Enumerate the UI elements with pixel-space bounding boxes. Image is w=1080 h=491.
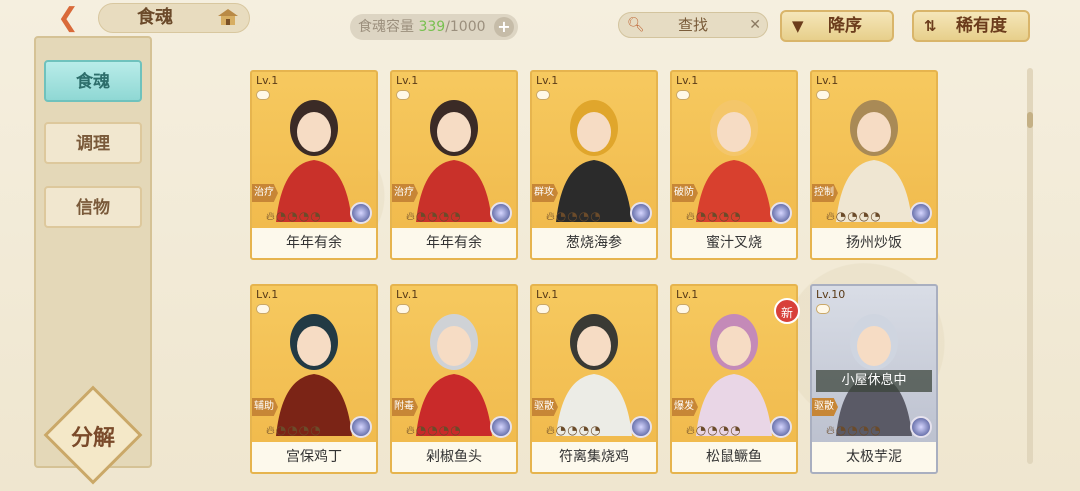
- house-icon[interactable]: [216, 8, 240, 26]
- food-soul-card[interactable]: Lv.1 驱散 🔥︎◔◔◔◔ 符离集烧鸡: [530, 284, 658, 474]
- tab-label: 信物: [76, 198, 110, 218]
- food-soul-card[interactable]: Lv.1 控制 🔥︎◔◔◔◔ 扬州炒饭: [810, 70, 938, 260]
- capacity-expand-button[interactable]: +: [494, 17, 514, 37]
- element-orb-icon: [350, 202, 372, 224]
- card-name: 年年有余: [392, 228, 516, 258]
- search-label: 查找: [677, 16, 708, 34]
- preview-eye-icon[interactable]: [816, 90, 830, 100]
- sort-field-button[interactable]: ⇅ 稀有度: [912, 10, 1030, 42]
- sort-order-button[interactable]: ▼ 降序: [780, 10, 894, 42]
- card-name: 松鼠鳜鱼: [672, 442, 796, 472]
- preview-eye-icon[interactable]: [536, 90, 550, 100]
- role-tag: 群攻: [532, 184, 558, 202]
- card-level: Lv.1: [676, 288, 699, 301]
- card-level: Lv.1: [676, 74, 699, 87]
- role-tag: 控制: [812, 184, 838, 202]
- capacity-indicator: 食魂容量 339/1000 +: [350, 14, 518, 40]
- preview-eye-icon[interactable]: [256, 90, 270, 100]
- card-name: 葱烧海参: [532, 228, 656, 258]
- food-soul-card[interactable]: Lv.1 附毒 🔥︎◔◔◔◔ 剁椒鱼头: [390, 284, 518, 474]
- card-name: 符离集烧鸡: [532, 442, 656, 472]
- role-tag: 驱散: [812, 398, 838, 416]
- swap-icon: ⇅: [924, 17, 937, 35]
- element-orb-icon: [910, 202, 932, 224]
- card-level: Lv.1: [256, 288, 279, 301]
- card-level: Lv.1: [396, 74, 419, 87]
- card-name: 宫保鸡丁: [252, 442, 376, 472]
- card-level: Lv.10: [816, 288, 846, 301]
- preview-eye-icon[interactable]: [676, 90, 690, 100]
- sort-field-label: 稀有度: [956, 16, 1007, 36]
- card-level: Lv.1: [536, 288, 559, 301]
- preview-eye-icon[interactable]: [396, 90, 410, 100]
- element-orb-icon: [770, 416, 792, 438]
- sidebar: 食魂 调理 信物 分解: [34, 36, 152, 485]
- search-field[interactable]: 🔍︎ 查找 ✕: [618, 12, 768, 38]
- card-name: 扬州炒饭: [812, 228, 936, 258]
- new-badge: 新: [774, 298, 800, 324]
- star-flames-icon: 🔥︎◔◔◔◔: [406, 423, 462, 437]
- star-flames-icon: 🔥︎◔◔◔◔: [266, 423, 322, 437]
- star-flames-icon: 🔥︎◔◔◔◔: [826, 423, 882, 437]
- role-tag: 治疗: [252, 184, 278, 202]
- card-level: Lv.1: [396, 288, 419, 301]
- tab-label: 食魂: [76, 72, 110, 92]
- tab-label: 调理: [76, 134, 110, 154]
- scrollbar[interactable]: [1027, 68, 1033, 464]
- role-tag: 破防: [672, 184, 698, 202]
- food-soul-card[interactable]: Lv.1 治疗 🔥︎◔◔◔◔ 年年有余: [250, 70, 378, 260]
- star-flames-icon: 🔥︎◔◔◔◔: [546, 423, 602, 437]
- food-soul-card[interactable]: Lv.1 破防 🔥︎◔◔◔◔ 蜜汁叉烧: [670, 70, 798, 260]
- element-orb-icon: [770, 202, 792, 224]
- card-name: 剁椒鱼头: [392, 442, 516, 472]
- preview-eye-icon[interactable]: [396, 304, 410, 314]
- star-flames-icon: 🔥︎◔◔◔◔: [546, 209, 602, 223]
- food-soul-card[interactable]: Lv.10 驱散 🔥︎◔◔◔◔ 太极芋泥 小屋休息中: [810, 284, 938, 474]
- preview-eye-icon[interactable]: [816, 304, 830, 314]
- star-flames-icon: 🔥︎◔◔◔◔: [266, 209, 322, 223]
- sort-down-icon: ▼: [792, 17, 804, 35]
- capacity-label: 食魂容量: [358, 19, 414, 35]
- rest-status-label: 小屋休息中: [816, 370, 932, 392]
- card-name: 太极芋泥: [812, 442, 936, 472]
- search-icon: 🔍︎: [627, 17, 645, 33]
- element-orb-icon: [350, 416, 372, 438]
- card-name: 蜜汁叉烧: [672, 228, 796, 258]
- capacity-max: /1000: [445, 19, 486, 35]
- element-orb-icon: [910, 416, 932, 438]
- tab-conditioning[interactable]: 调理: [44, 122, 142, 164]
- role-tag: 附毒: [392, 398, 418, 416]
- card-level: Lv.1: [256, 74, 279, 87]
- card-name: 年年有余: [252, 228, 376, 258]
- star-flames-icon: 🔥︎◔◔◔◔: [826, 209, 882, 223]
- sort-order-label: 降序: [828, 16, 862, 36]
- card-level: Lv.1: [536, 74, 559, 87]
- tab-food-souls[interactable]: 食魂: [44, 60, 142, 102]
- page-title-text: 食魂: [137, 7, 173, 28]
- element-orb-icon: [490, 202, 512, 224]
- capacity-current: 339: [418, 19, 446, 35]
- role-tag: 爆发: [672, 398, 698, 416]
- preview-eye-icon[interactable]: [256, 304, 270, 314]
- star-flames-icon: 🔥︎◔◔◔◔: [686, 423, 742, 437]
- scrollbar-thumb[interactable]: [1027, 112, 1033, 128]
- preview-eye-icon[interactable]: [536, 304, 550, 314]
- element-orb-icon: [630, 202, 652, 224]
- preview-eye-icon[interactable]: [676, 304, 690, 314]
- clear-icon[interactable]: ✕: [749, 13, 761, 37]
- decompose-label[interactable]: 分解: [58, 420, 128, 452]
- food-soul-card[interactable]: Lv.1 辅助 🔥︎◔◔◔◔ 宫保鸡丁: [250, 284, 378, 474]
- role-tag: 治疗: [392, 184, 418, 202]
- star-flames-icon: 🔥︎◔◔◔◔: [686, 209, 742, 223]
- food-soul-card[interactable]: Lv.1 群攻 🔥︎◔◔◔◔ 葱烧海参: [530, 70, 658, 260]
- star-flames-icon: 🔥︎◔◔◔◔: [406, 209, 462, 223]
- card-level: Lv.1: [816, 74, 839, 87]
- food-soul-card[interactable]: Lv.1 治疗 🔥︎◔◔◔◔ 年年有余: [390, 70, 518, 260]
- role-tag: 驱散: [532, 398, 558, 416]
- element-orb-icon: [490, 416, 512, 438]
- role-tag: 辅助: [252, 398, 278, 416]
- back-icon[interactable]: ❮: [50, 4, 86, 32]
- tab-tokens[interactable]: 信物: [44, 186, 142, 228]
- element-orb-icon: [630, 416, 652, 438]
